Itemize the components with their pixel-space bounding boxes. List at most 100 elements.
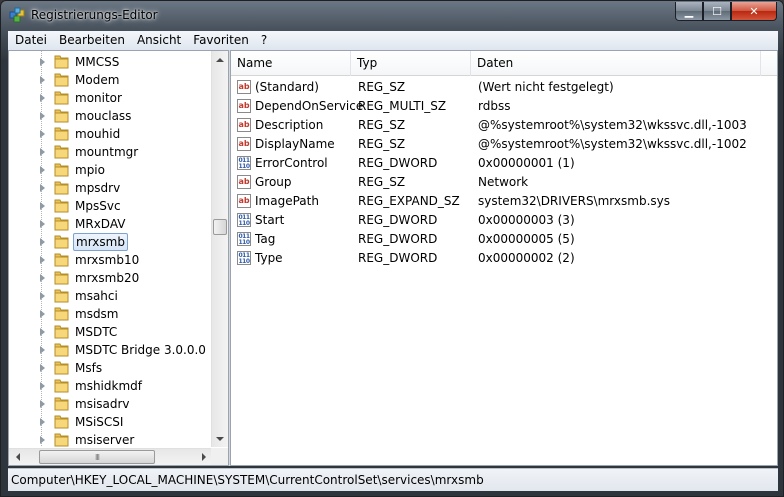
menu-bearbeiten[interactable]: Bearbeiten [53,31,131,50]
tree-item[interactable]: mpio [9,161,214,179]
tree-item[interactable]: mrxsmb [9,233,214,251]
tree-item[interactable]: mrxsmb20 [9,269,214,287]
scroll-right-button[interactable] [195,449,212,465]
tree-item-label: msiserver [75,433,135,447]
tree-item-label: msahci [75,289,118,303]
expand-arrow-icon[interactable] [40,364,45,372]
tree-item[interactable]: msisadrv [9,395,214,413]
menu-datei[interactable]: Datei [8,31,53,50]
table-row[interactable]: ab ImagePath REG_EXPAND_SZ system32\DRIVERS… [231,192,777,211]
tree-item[interactable]: mountmgr [9,143,214,161]
expand-arrow-icon[interactable] [40,310,45,318]
tree-item-label: Modem [75,73,120,87]
tree-item-label: mrxsmb20 [75,271,140,285]
tree-item[interactable]: MSDTC [9,323,214,341]
column-header-type[interactable]: Typ [351,51,471,76]
tree-item[interactable]: msdsm [9,305,214,323]
folder-icon [54,181,69,195]
tree-item[interactable]: MMCSS [9,53,214,71]
cell-name: (Standard) [255,80,319,94]
menu-ansicht[interactable]: Ansicht [131,31,187,50]
expand-arrow-icon[interactable] [40,94,45,102]
folder-icon [54,361,69,375]
expand-arrow-icon[interactable] [40,202,45,210]
tree-horizontal-scrollbar[interactable]: III [9,448,212,465]
expand-arrow-icon[interactable] [40,166,45,174]
tree-item-label: mountmgr [75,145,139,159]
column-header-name[interactable]: Name [231,51,351,76]
expand-arrow-icon[interactable] [40,130,45,138]
tree-item-label: mrxsmb10 [75,253,140,267]
tree-item[interactable]: Msfs [9,359,214,377]
scroll-left-button[interactable] [9,449,26,465]
list-rows: ab (Standard) REG_SZ (Wert nicht festgelegt… [231,78,777,268]
tree-item[interactable]: Modem [9,71,214,89]
cell-name: Group [255,175,292,189]
folder-icon [54,343,69,357]
folder-icon [54,73,69,87]
scroll-up-button[interactable] [212,51,228,68]
expand-arrow-icon[interactable] [40,274,45,282]
list-header: Name Typ Daten [231,51,777,76]
tree-item[interactable]: MSDTC Bridge 3.0.0.0 [9,341,214,359]
table-row[interactable]: 011 110 Start REG_DWORD 0x00000003 (3) [231,211,777,230]
tree-item[interactable]: MSiSCSI [9,413,214,431]
tree-vertical-scrollbar[interactable] [211,51,228,447]
expand-arrow-icon[interactable] [40,328,45,336]
tree-item[interactable]: MpsSvc [9,197,214,215]
folder-icon [54,109,69,123]
scrollbar-corner [211,448,228,465]
expand-arrow-icon[interactable] [40,256,45,264]
tree-item[interactable]: mouhid [9,125,214,143]
expand-arrow-icon[interactable] [40,418,45,426]
tree-item-label: mpsdrv [75,181,121,195]
table-row[interactable]: ab Description REG_SZ @%systemroot%\system3… [231,116,777,135]
expand-arrow-icon[interactable] [40,400,45,408]
minimize-button[interactable]: ▁ [675,2,703,21]
expand-arrow-icon[interactable] [40,382,45,390]
tree-item-label: MpsSvc [75,199,121,213]
horizontal-scroll-thumb[interactable]: III [39,450,155,464]
expand-arrow-icon[interactable] [40,220,45,228]
tree-item[interactable]: monitor [9,89,214,107]
column-header-data[interactable]: Daten [471,51,761,76]
tree-item[interactable]: mouclass [9,107,214,125]
tree-item[interactable]: MRxDAV [9,215,214,233]
tree-item[interactable]: mshidkmdf [9,377,214,395]
cell-data: Network [478,175,529,189]
cell-data: 0x00000001 (1) [478,156,575,170]
expand-arrow-icon[interactable] [40,238,45,246]
menu-favoriten[interactable]: Favoriten [187,31,255,50]
menu-help[interactable]: ? [255,31,273,50]
expand-arrow-icon[interactable] [40,184,45,192]
expand-arrow-icon[interactable] [40,76,45,84]
table-row[interactable]: 011 110 Tag REG_DWORD 0x00000005 (5) [231,230,777,249]
tree-item-label: MSDTC [75,325,118,339]
title-bar[interactable]: Registrierungs-Editor ▁ ☐ ✕ [1,1,783,31]
tree-item[interactable]: msahci [9,287,214,305]
table-row[interactable]: 011 110 Type REG_DWORD 0x00000002 (2) [231,249,777,268]
table-row[interactable]: ab DisplayName REG_SZ @%systemroot%\system3… [231,135,777,154]
expand-arrow-icon[interactable] [40,112,45,120]
scroll-down-button[interactable] [212,430,228,447]
tree-item[interactable]: msiserver [9,431,214,449]
cell-type: REG_SZ [358,118,406,132]
arrow-up-icon [216,57,224,62]
expand-arrow-icon[interactable] [40,292,45,300]
expand-arrow-icon[interactable] [40,148,45,156]
expand-arrow-icon[interactable] [40,58,45,66]
expand-arrow-icon[interactable] [40,436,45,444]
table-row[interactable]: ab Group REG_SZ Network [231,173,777,192]
maximize-button[interactable]: ☐ [703,2,731,21]
tree-item[interactable]: mrxsmb10 [9,251,214,269]
table-row[interactable]: ab (Standard) REG_SZ (Wert nicht festgelegt… [231,78,777,97]
vertical-scroll-thumb[interactable] [213,219,227,235]
expand-arrow-icon[interactable] [40,346,45,354]
close-button[interactable]: ✕ [731,2,777,21]
table-row[interactable]: ab DependOnService REG_MULTI_SZ rdbss [231,97,777,116]
binary-value-icon: 011 110 [237,232,251,246]
cell-data: rdbss [478,99,511,113]
cell-type: REG_DWORD [358,251,438,265]
table-row[interactable]: 011 110 ErrorControl REG_DWORD 0x00000001 (… [231,154,777,173]
tree-item[interactable]: mpsdrv [9,179,214,197]
